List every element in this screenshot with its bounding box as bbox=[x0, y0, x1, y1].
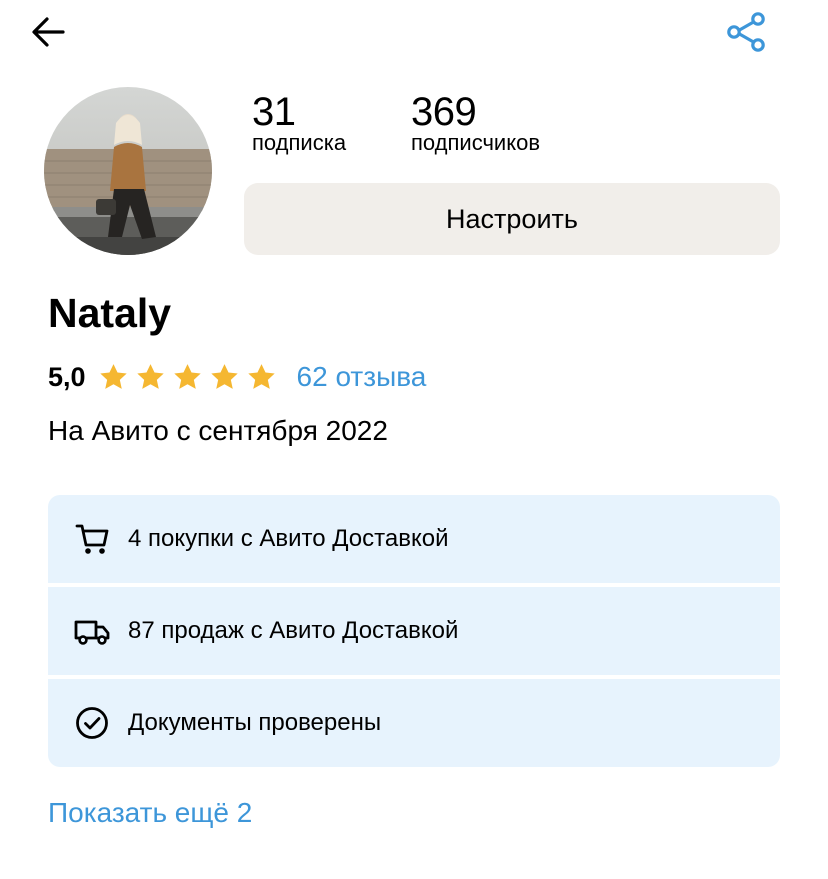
info-item-sales[interactable]: 87 продаж с Авито Доставкой bbox=[48, 587, 780, 675]
check-circle-icon bbox=[72, 703, 112, 743]
share-button[interactable] bbox=[718, 6, 774, 58]
followers-stat[interactable]: 369 подписчиков bbox=[411, 88, 540, 156]
avatar[interactable] bbox=[44, 87, 212, 255]
avatar-photo bbox=[44, 87, 212, 255]
rating-value: 5,0 bbox=[48, 361, 86, 392]
info-item-text: 87 продаж с Авито Доставкой bbox=[128, 617, 459, 644]
star-icon bbox=[173, 363, 201, 389]
rating-stars bbox=[98, 362, 283, 393]
profile-name: Nataly bbox=[48, 290, 172, 336]
cart-icon bbox=[72, 519, 112, 559]
share-icon bbox=[727, 12, 765, 52]
reviews-link[interactable]: 62 отзыва bbox=[297, 361, 427, 393]
info-item-text: Документы проверены bbox=[128, 709, 382, 736]
info-item-purchases[interactable]: 4 покупки с Авито Доставкой bbox=[48, 495, 780, 583]
star-icon bbox=[247, 363, 275, 389]
configure-button[interactable]: Настроить bbox=[244, 183, 780, 255]
star-icon bbox=[99, 363, 127, 389]
followers-count: 369 bbox=[411, 90, 477, 134]
member-since: На Авито с сентября 2022 bbox=[48, 415, 388, 446]
subscriptions-count: 31 bbox=[252, 90, 296, 134]
info-item-text: 4 покупки с Авито Доставкой bbox=[128, 525, 449, 552]
rating-row: 5,0 62 отзыва bbox=[48, 357, 426, 397]
arrow-left-icon bbox=[32, 17, 65, 47]
truck-icon bbox=[72, 611, 112, 651]
star-icon bbox=[136, 363, 164, 389]
followers-label: подписчиков bbox=[411, 130, 541, 155]
subscriptions-label: подписка bbox=[252, 130, 347, 155]
show-more-link[interactable]: Показать ещё 2 bbox=[48, 793, 252, 833]
info-item-documents[interactable]: Документы проверены bbox=[48, 679, 780, 767]
back-button[interactable] bbox=[22, 8, 74, 56]
subscriptions-stat[interactable]: 31 подписка bbox=[252, 88, 346, 156]
star-icon bbox=[210, 363, 238, 389]
